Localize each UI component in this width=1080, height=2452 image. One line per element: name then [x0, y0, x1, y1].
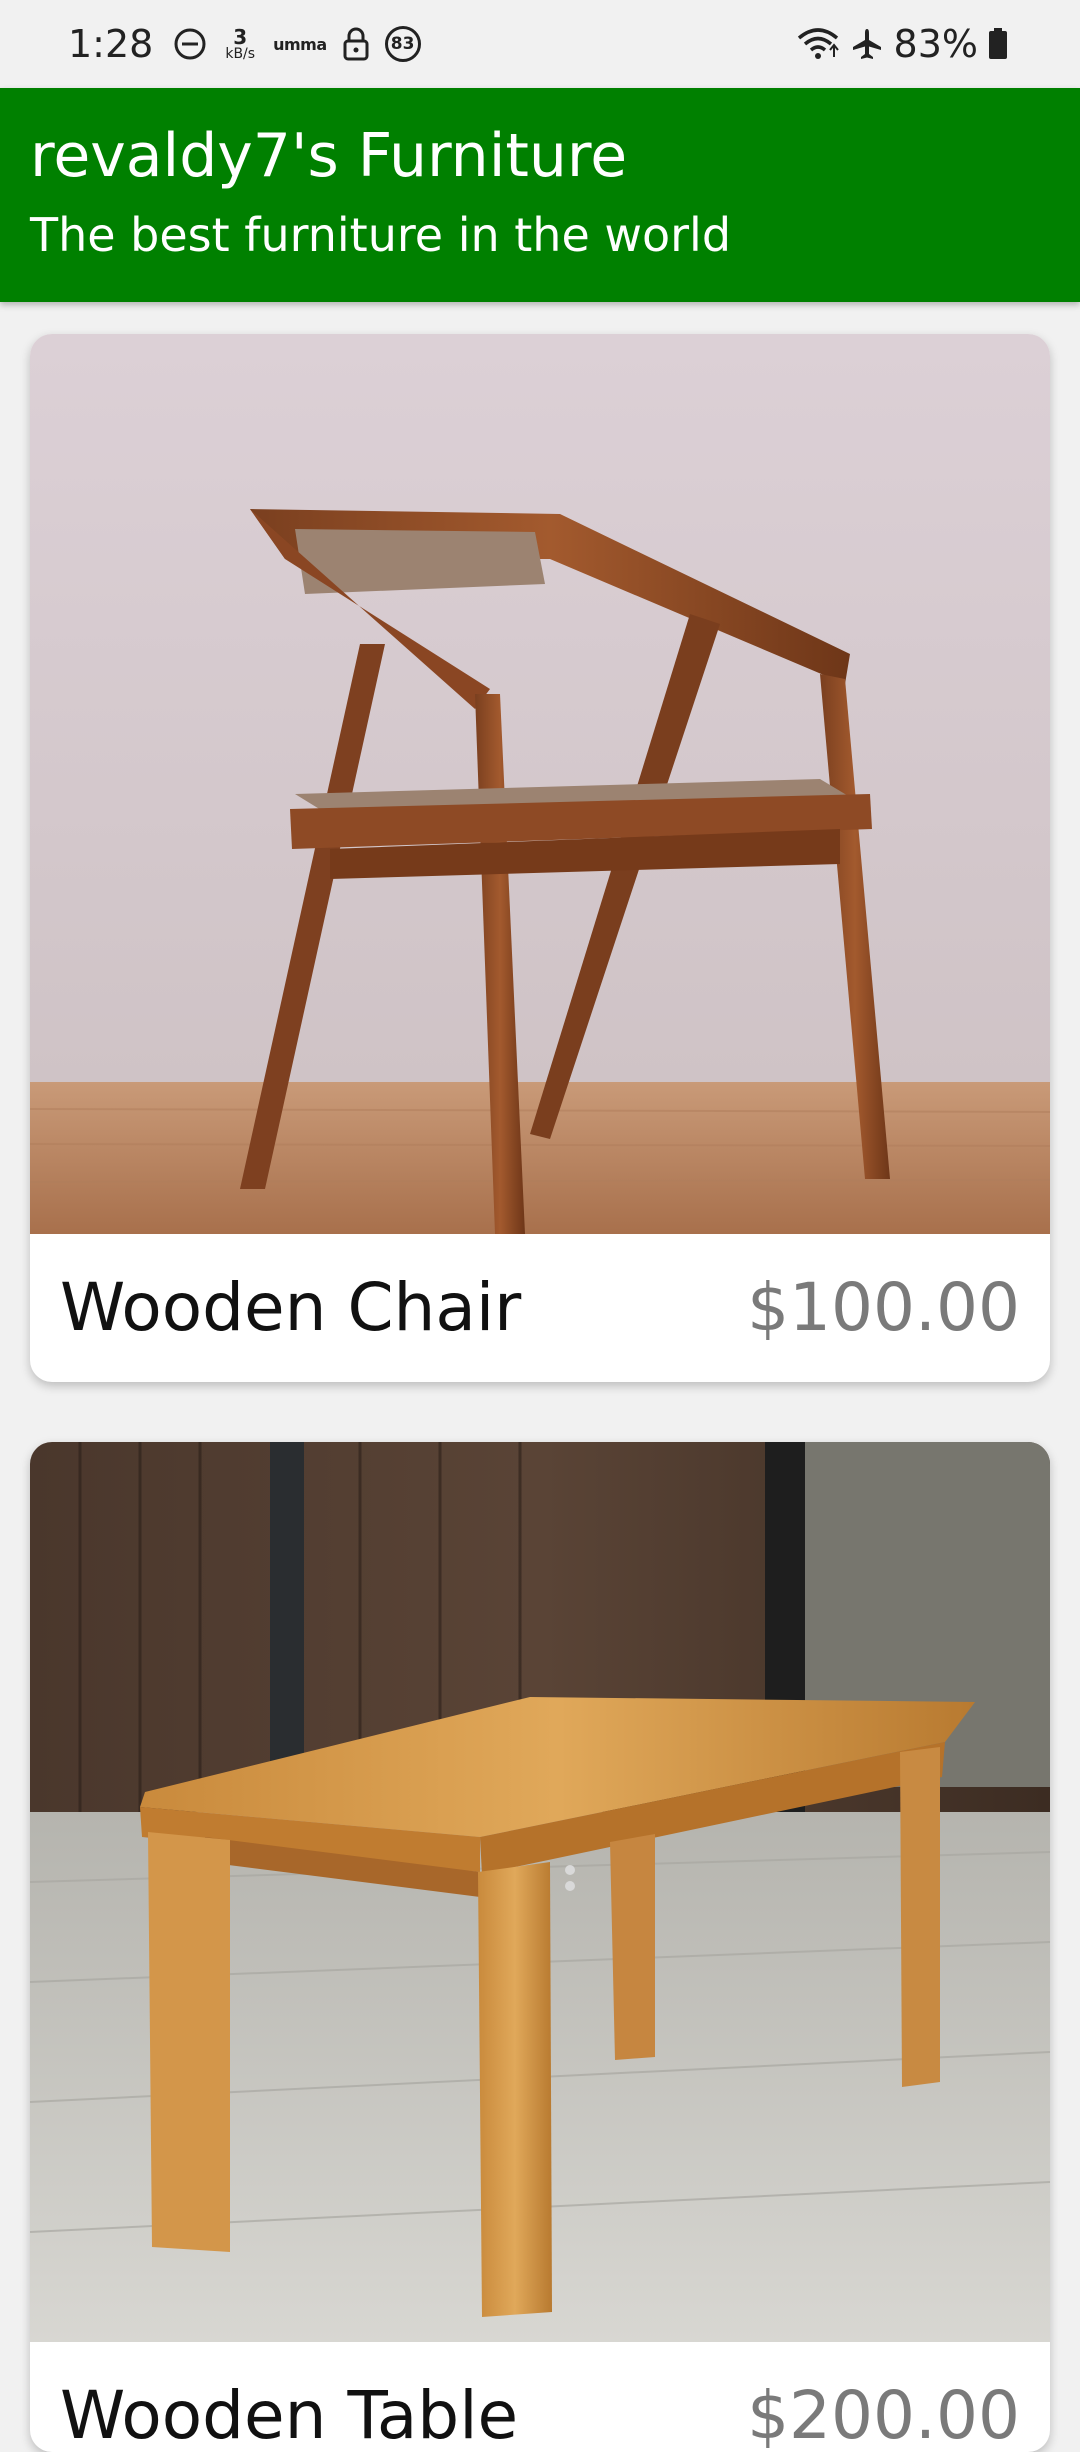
product-card-footer: Wooden Table $200.00 — [30, 2342, 1050, 2452]
status-time: 1:28 — [68, 22, 154, 66]
battery-icon — [988, 28, 1008, 60]
status-bar: 1:28 3 kB/s umma 83 83% — [0, 0, 1080, 88]
network-speed-indicator: 3 kB/s — [225, 27, 255, 61]
product-name: Wooden Chair — [60, 1269, 522, 1346]
product-name: Wooden Table — [60, 2377, 519, 2452]
wooden-chair-photo — [30, 334, 1050, 1234]
battery-percent: 83% — [893, 22, 978, 66]
status-left-group: 1:28 3 kB/s umma 83 — [68, 0, 421, 88]
app-subtitle: The best furniture in the world — [30, 208, 732, 262]
airplane-mode-icon — [850, 27, 884, 61]
do-not-disturb-icon — [173, 27, 207, 61]
carrier-label: umma — [273, 34, 327, 54]
app-title: revaldy7's Furniture — [30, 121, 628, 191]
product-price: $100.00 — [747, 1269, 1020, 1346]
wooden-table-photo — [30, 1442, 1050, 2342]
app-bar: revaldy7's Furniture The best furniture … — [0, 88, 1080, 302]
status-right-group: 83% — [796, 0, 1008, 88]
network-speed-unit: kB/s — [225, 46, 256, 62]
product-card-footer: Wooden Chair $100.00 — [30, 1234, 1050, 1382]
product-price: $200.00 — [747, 2377, 1020, 2452]
wifi-icon — [796, 26, 840, 62]
product-card-wooden-chair[interactable]: Wooden Chair $100.00 — [30, 334, 1050, 1382]
network-speed-value: 3 — [233, 25, 248, 49]
notification-count-badge: 83 — [384, 26, 421, 62]
lock-icon — [341, 26, 371, 62]
product-card-wooden-table[interactable]: Wooden Table $200.00 — [30, 1442, 1050, 2452]
